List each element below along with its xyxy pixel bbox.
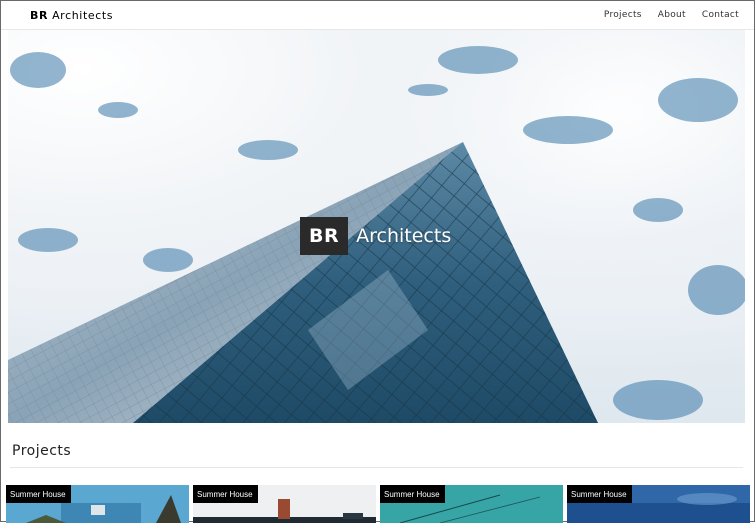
projects-heading: Projects xyxy=(12,443,72,459)
site-logo[interactable]: BR Architects xyxy=(30,9,113,22)
hero-banner: BR Architects xyxy=(8,30,745,423)
logo-bold-text: BR xyxy=(30,9,49,22)
section-divider xyxy=(10,467,743,468)
hero-badge: BR xyxy=(300,217,349,255)
project-card-label: Summer House xyxy=(380,485,445,503)
top-navbar: BR Architects Projects About Contact xyxy=(1,1,754,30)
projects-grid: Summer House Summer House Summer House S… xyxy=(6,485,750,523)
project-card-label: Summer House xyxy=(6,485,71,503)
hero-title: BR Architects xyxy=(300,217,451,255)
project-card-label: Summer House xyxy=(567,485,632,503)
logo-text: Architects xyxy=(52,9,114,22)
nav-link-about[interactable]: About xyxy=(658,10,686,20)
nav-link-projects[interactable]: Projects xyxy=(604,10,642,20)
project-card[interactable]: Summer House xyxy=(567,485,750,523)
project-card[interactable]: Summer House xyxy=(6,485,189,523)
project-card[interactable]: Summer House xyxy=(193,485,376,523)
hero-title-text: Architects xyxy=(356,225,452,247)
nav-link-contact[interactable]: Contact xyxy=(702,10,739,20)
project-card[interactable]: Summer House xyxy=(380,485,563,523)
nav-links: Projects About Contact xyxy=(604,10,739,20)
project-card-label: Summer House xyxy=(193,485,258,503)
